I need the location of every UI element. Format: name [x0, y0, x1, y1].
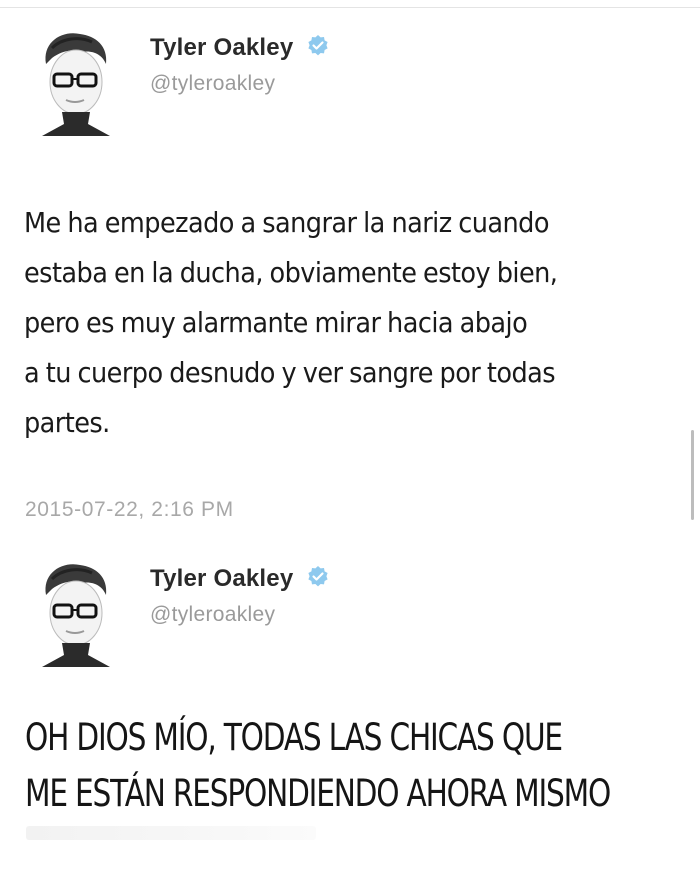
tweet-text-line: partes.	[24, 407, 110, 439]
author-handle[interactable]: @tyleroakley	[150, 603, 275, 627]
tweet-text-line: ME ESTÁN RESPONDIENDO AHORA MISMO	[25, 772, 611, 815]
scrollbar[interactable]	[691, 430, 694, 520]
tweet-author-row[interactable]: Tyler Oakley @tyleroakley	[0, 555, 700, 670]
tweet-text-line: Me ha empezado a sangrar la nariz cuando	[24, 207, 549, 239]
tweet-text-line: a tu cuerpo desnudo y ver sangre por tod…	[24, 357, 556, 389]
tweet-card: Tyler Oakley @tyleroakley	[0, 555, 700, 670]
avatar-portrait-icon	[42, 564, 110, 667]
author-name[interactable]: Tyler Oakley	[150, 34, 330, 62]
author-name[interactable]: Tyler Oakley	[150, 565, 330, 593]
tweet-timestamp[interactable]: 2015-07-22, 2:16 PM	[25, 498, 234, 522]
verified-badge-icon	[308, 566, 328, 587]
tweet-author-row[interactable]: Tyler Oakley @tyleroakley	[0, 24, 700, 139]
tweet-card: Tyler Oakley @tyleroakley Me ha empezado…	[0, 24, 700, 521]
avatar-portrait-icon	[42, 33, 110, 136]
tweet-text-line: estaba en la ducha, obviamente estoy bie…	[24, 257, 558, 289]
author-handle[interactable]: @tyleroakley	[150, 72, 275, 96]
tweet-text-line: pero es muy alarmante mirar hacia abajo	[24, 307, 528, 339]
tweet-text: Me ha empezado a sangrar la nariz cuando…	[24, 198, 642, 448]
tweet-text-line: OH DIOS MÍO, TODAS LAS CHICAS QUE	[25, 716, 563, 759]
avatar[interactable]	[22, 555, 126, 667]
avatar[interactable]	[22, 24, 126, 136]
top-divider	[0, 7, 700, 8]
cropped-timestamp	[26, 826, 316, 840]
tweet-text: OH DIOS MÍO, TODAS LAS CHICAS QUE ME EST…	[25, 710, 611, 822]
verified-badge-icon	[308, 35, 328, 56]
